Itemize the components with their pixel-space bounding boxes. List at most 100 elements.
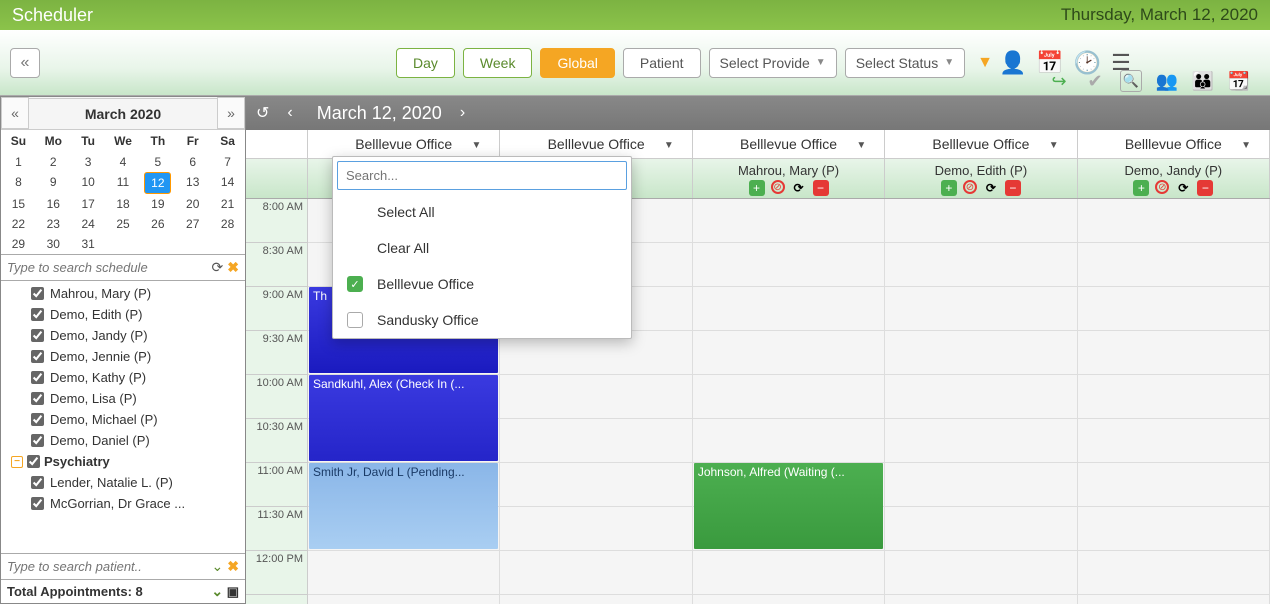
cal-prev-button[interactable]: « xyxy=(1,97,29,129)
next-day-button[interactable]: › xyxy=(460,104,465,122)
dropdown-option[interactable]: ✓ Belllevue Office xyxy=(333,266,631,302)
caret-down-icon[interactable]: ▼ xyxy=(472,140,482,151)
cal-day[interactable]: 28 xyxy=(210,214,245,234)
clear-search-icon[interactable]: ✖ xyxy=(227,259,239,276)
approve-icon[interactable]: ✔ xyxy=(1084,70,1106,92)
cal-day[interactable]: 20 xyxy=(175,194,210,214)
provider-checkbox[interactable] xyxy=(31,329,44,342)
dropdown-select-all[interactable]: Select All xyxy=(333,194,631,230)
office-column-header[interactable]: Belllevue Office▼ xyxy=(1078,130,1270,158)
time-slot[interactable] xyxy=(885,375,1076,419)
cal-day[interactable]: 21 xyxy=(210,194,245,214)
cal-day[interactable]: 19 xyxy=(140,194,175,214)
appointment[interactable]: Smith Jr, David L (Pending... xyxy=(309,463,498,549)
cal-day[interactable]: 2 xyxy=(36,152,71,172)
provider-checkbox[interactable] xyxy=(31,476,44,489)
time-slot[interactable] xyxy=(1078,507,1269,551)
time-slot[interactable] xyxy=(1078,331,1269,375)
prev-day-button[interactable]: ‹ xyxy=(287,104,292,122)
cal-day[interactable]: 8 xyxy=(1,172,36,194)
cal-day[interactable]: 22 xyxy=(1,214,36,234)
cal-day[interactable]: 15 xyxy=(1,194,36,214)
time-slot[interactable] xyxy=(885,551,1076,595)
provider-item[interactable]: Demo, Jandy (P) xyxy=(31,325,245,346)
export-icon[interactable]: ↪ xyxy=(1048,70,1070,92)
dropdown-search-input[interactable] xyxy=(337,161,627,190)
expand-icon[interactable]: ▣ xyxy=(227,584,239,599)
select-provider-dropdown[interactable]: Select Provide▼ xyxy=(709,48,837,78)
time-slot[interactable] xyxy=(308,551,499,595)
provider-item[interactable]: Demo, Daniel (P) xyxy=(31,430,245,451)
search-schedule-input[interactable] xyxy=(7,260,208,275)
collapse-icon[interactable]: − xyxy=(11,456,23,468)
refresh-icon[interactable]: ⟳ xyxy=(791,180,807,196)
provider-item[interactable]: Demo, Lisa (P) xyxy=(31,388,245,409)
week-button[interactable]: Week xyxy=(463,48,533,78)
time-slot[interactable] xyxy=(500,463,691,507)
time-slot[interactable] xyxy=(500,375,691,419)
patient-button[interactable]: Patient xyxy=(623,48,701,78)
caret-down-icon[interactable]: ▼ xyxy=(856,140,866,151)
cal-day[interactable]: 10 xyxy=(71,172,106,194)
provider-checkbox[interactable] xyxy=(31,350,44,363)
calendar-gear-icon[interactable]: 📆 xyxy=(1228,70,1250,92)
time-slot[interactable] xyxy=(500,507,691,551)
chevron-down-icon[interactable]: ⌄ xyxy=(212,558,224,575)
time-slot[interactable] xyxy=(885,287,1076,331)
office-column-header[interactable]: Belllevue Office▼ xyxy=(308,130,500,158)
cal-day[interactable]: 7 xyxy=(210,152,245,172)
block-icon[interactable]: ⊘ xyxy=(771,180,785,194)
office-column-header[interactable]: Belllevue Office▼ xyxy=(500,130,692,158)
block-icon[interactable]: ⊘ xyxy=(963,180,977,194)
time-slot[interactable] xyxy=(693,287,884,331)
remove-icon[interactable]: − xyxy=(1005,180,1021,196)
search-icon[interactable]: 🔍 xyxy=(1120,70,1142,92)
time-slot[interactable] xyxy=(1078,419,1269,463)
time-slot[interactable] xyxy=(885,243,1076,287)
time-slot[interactable] xyxy=(693,199,884,243)
provider-group[interactable]: −Psychiatry xyxy=(11,451,245,472)
remove-icon[interactable]: − xyxy=(1197,180,1213,196)
cal-day[interactable]: 6 xyxy=(175,152,210,172)
cal-day[interactable]: 25 xyxy=(106,214,141,234)
cal-day[interactable]: 3 xyxy=(71,152,106,172)
dropdown-option[interactable]: Sandusky Office xyxy=(333,302,631,338)
time-slot[interactable] xyxy=(1078,551,1269,595)
cal-day[interactable]: 27 xyxy=(175,214,210,234)
time-slot[interactable] xyxy=(885,419,1076,463)
time-slot[interactable] xyxy=(1078,243,1269,287)
time-slot[interactable] xyxy=(885,331,1076,375)
clear-patient-icon[interactable]: ✖ xyxy=(227,558,239,575)
history-icon[interactable]: ↺ xyxy=(256,103,269,123)
caret-down-icon[interactable]: ▼ xyxy=(664,140,674,151)
cal-day[interactable]: 23 xyxy=(36,214,71,234)
cal-day[interactable]: 29 xyxy=(1,234,36,254)
refresh-icon[interactable]: ⟳ xyxy=(212,259,224,276)
block-icon[interactable]: ⊘ xyxy=(1155,180,1169,194)
add-icon[interactable]: + xyxy=(749,180,765,196)
cal-day[interactable]: 11 xyxy=(106,172,141,194)
provider-checkbox[interactable] xyxy=(31,434,44,447)
provider-checkbox[interactable] xyxy=(31,308,44,321)
time-slot[interactable] xyxy=(693,243,884,287)
cal-day[interactable]: 1 xyxy=(1,152,36,172)
day-button[interactable]: Day xyxy=(396,48,455,78)
office-column-header[interactable]: Belllevue Office▼ xyxy=(885,130,1077,158)
select-status-dropdown[interactable]: Select Status▼ xyxy=(845,48,965,78)
cal-day[interactable]: 5 xyxy=(140,152,175,172)
refresh-icon[interactable]: ⟳ xyxy=(1175,180,1191,196)
cal-day[interactable]: 17 xyxy=(71,194,106,214)
schedule-column[interactable] xyxy=(885,199,1077,604)
dropdown-clear-all[interactable]: Clear All xyxy=(333,230,631,266)
provider-checkbox[interactable] xyxy=(31,392,44,405)
cal-day[interactable]: 14 xyxy=(210,172,245,194)
time-slot[interactable] xyxy=(1078,199,1269,243)
cal-day[interactable]: 4 xyxy=(106,152,141,172)
people-icon[interactable]: 👥 xyxy=(1156,70,1178,92)
provider-checkbox[interactable] xyxy=(31,371,44,384)
appointment[interactable]: Johnson, Alfred (Waiting (... xyxy=(694,463,883,549)
provider-item[interactable]: McGorrian, Dr Grace ... xyxy=(31,493,245,514)
time-slot[interactable] xyxy=(1078,463,1269,507)
provider-item[interactable]: Mahrou, Mary (P) xyxy=(31,283,245,304)
time-slot[interactable] xyxy=(500,419,691,463)
